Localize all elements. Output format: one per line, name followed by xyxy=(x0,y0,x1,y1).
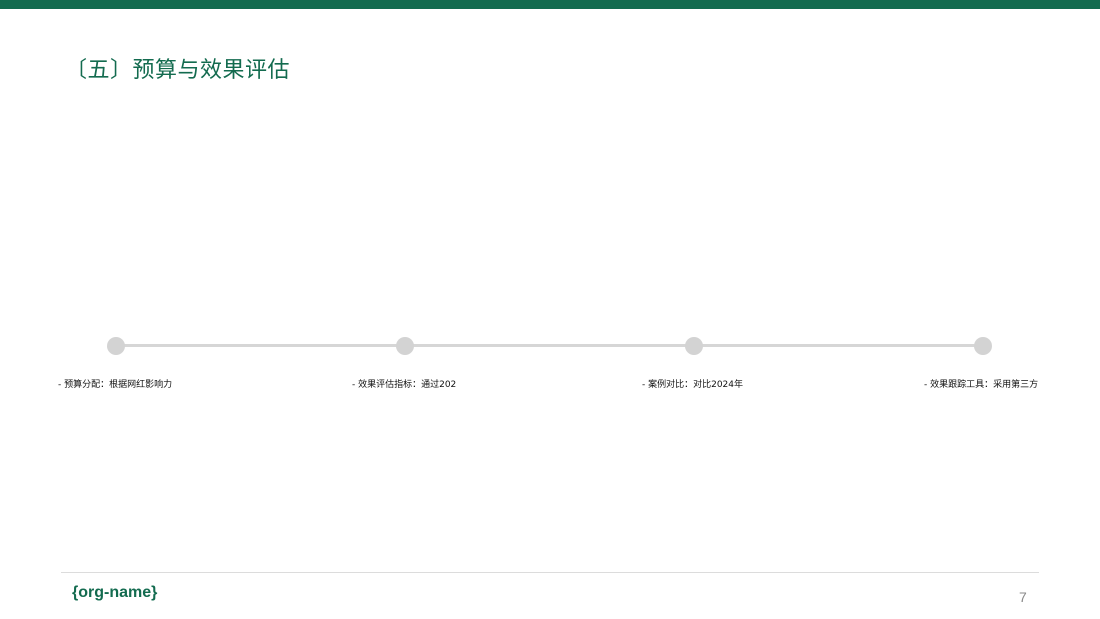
timeline-dot xyxy=(396,337,414,355)
timeline-dot xyxy=(107,337,125,355)
slide-title: 〔五〕预算与效果评估 xyxy=(65,58,291,83)
timeline-dot xyxy=(685,337,703,355)
timeline-label-budget: - 预算分配：根据网红影响力 xyxy=(58,380,173,390)
org-name: {org-name} xyxy=(72,584,158,601)
timeline-line xyxy=(116,344,984,347)
timeline-label-tracking-tools: - 效果跟踪工具：采用第三方 xyxy=(924,380,1039,390)
top-accent-bar xyxy=(0,0,1100,9)
timeline-label-case-comparison: - 案例对比：对比2024年 xyxy=(642,380,744,390)
timeline-dot xyxy=(974,337,992,355)
footer-divider xyxy=(61,572,1039,573)
timeline-label-metrics: - 效果评估指标：通过202 xyxy=(352,380,457,390)
page-number: 7 xyxy=(1019,589,1027,605)
